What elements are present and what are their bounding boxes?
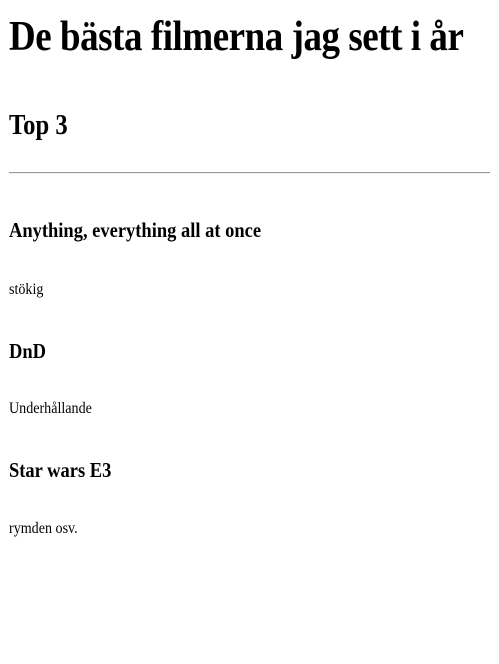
movie-description: Underhållande (9, 400, 92, 417)
section-title: Top 3 (9, 110, 68, 141)
movie-description: rymden osv. (9, 520, 78, 537)
page: De bästa filmerna jag sett i år Top 3 An… (0, 0, 499, 664)
page-title: De bästa filmerna jag sett i år (9, 14, 464, 60)
divider (9, 172, 490, 174)
movie-title: Anything, everything all at once (9, 218, 262, 242)
movie-description: stökig (9, 281, 44, 298)
movie-title: Star wars E3 (9, 458, 112, 482)
movie-title: DnD (9, 339, 46, 363)
